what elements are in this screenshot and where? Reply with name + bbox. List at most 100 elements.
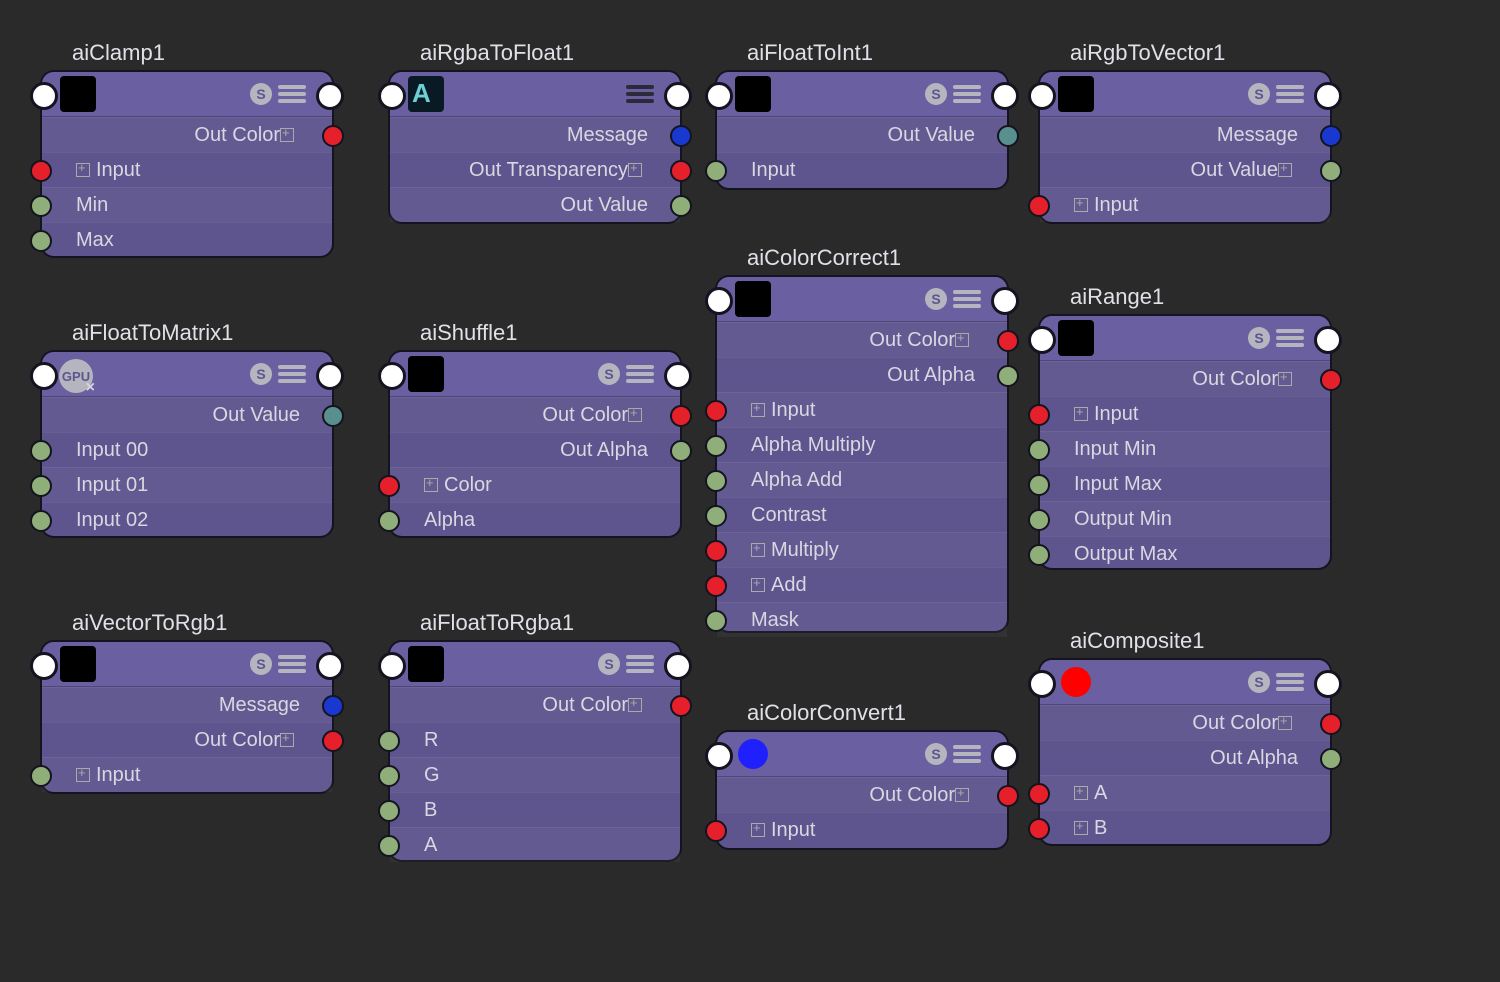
- output-port[interactable]: [1320, 125, 1342, 147]
- expand-icon[interactable]: [1278, 716, 1292, 730]
- input-port[interactable]: [705, 505, 727, 527]
- output-port[interactable]: [997, 330, 1019, 352]
- node-aiRgbToVector1[interactable]: aiRgbToVector1SMessageOut ValueInput: [1038, 70, 1332, 224]
- solo-badge-icon[interactable]: S: [598, 363, 620, 385]
- output-port[interactable]: [322, 125, 344, 147]
- input-port[interactable]: [378, 835, 400, 857]
- node-aiRange1[interactable]: aiRange1SOut ColorInputInput MinInput Ma…: [1038, 314, 1332, 570]
- solo-badge-icon[interactable]: S: [250, 363, 272, 385]
- node-anchor-in[interactable]: [30, 82, 58, 110]
- output-port[interactable]: [670, 195, 692, 217]
- node-anchor-in[interactable]: [30, 362, 58, 390]
- node-anchor-in[interactable]: [378, 652, 406, 680]
- node-header[interactable]: S: [717, 72, 1007, 117]
- node-anchor-out[interactable]: [316, 362, 344, 390]
- expand-icon[interactable]: [628, 163, 642, 177]
- node-anchor-out[interactable]: [1314, 670, 1342, 698]
- node-anchor-out[interactable]: [1314, 82, 1342, 110]
- solo-badge-icon[interactable]: S: [598, 653, 620, 675]
- menu-bars-icon[interactable]: [953, 740, 981, 768]
- node-aiFloatToInt1[interactable]: aiFloatToInt1SOut ValueInput: [715, 70, 1009, 190]
- expand-icon[interactable]: [1074, 198, 1088, 212]
- expand-icon[interactable]: [1278, 372, 1292, 386]
- node-graph-canvas[interactable]: aiClamp1SOut ColorInputMinMax aiRgbaToFlo…: [0, 0, 1500, 982]
- input-port[interactable]: [378, 475, 400, 497]
- input-port[interactable]: [705, 470, 727, 492]
- menu-bars-icon[interactable]: [1276, 324, 1304, 352]
- input-port[interactable]: [30, 195, 52, 217]
- node-anchor-in[interactable]: [378, 82, 406, 110]
- expand-icon[interactable]: [424, 478, 438, 492]
- input-port[interactable]: [378, 510, 400, 532]
- expand-icon[interactable]: [955, 333, 969, 347]
- output-port[interactable]: [670, 160, 692, 182]
- node-anchor-in[interactable]: [1028, 670, 1056, 698]
- input-port[interactable]: [378, 800, 400, 822]
- expand-icon[interactable]: [1278, 163, 1292, 177]
- node-anchor-in[interactable]: [1028, 326, 1056, 354]
- expand-icon[interactable]: [751, 823, 765, 837]
- output-port[interactable]: [670, 405, 692, 427]
- output-port[interactable]: [1320, 713, 1342, 735]
- input-port[interactable]: [1028, 783, 1050, 805]
- input-port[interactable]: [705, 540, 727, 562]
- input-port[interactable]: [705, 610, 727, 632]
- menu-bars-icon[interactable]: [278, 360, 306, 388]
- expand-icon[interactable]: [280, 128, 294, 142]
- node-header[interactable]: S: [42, 72, 332, 117]
- node-header[interactable]: S: [717, 277, 1007, 322]
- node-header[interactable]: S: [390, 352, 680, 397]
- output-port[interactable]: [322, 695, 344, 717]
- expand-icon[interactable]: [280, 733, 294, 747]
- input-port[interactable]: [705, 400, 727, 422]
- node-header[interactable]: S: [42, 642, 332, 687]
- node-anchor-out[interactable]: [991, 287, 1019, 315]
- node-anchor-out[interactable]: [316, 82, 344, 110]
- expand-icon[interactable]: [1074, 407, 1088, 421]
- solo-badge-icon[interactable]: S: [925, 83, 947, 105]
- node-anchor-out[interactable]: [991, 742, 1019, 770]
- input-port[interactable]: [1028, 404, 1050, 426]
- node-header[interactable]: GPUS: [42, 352, 332, 397]
- expand-icon[interactable]: [1074, 821, 1088, 835]
- output-port[interactable]: [997, 365, 1019, 387]
- menu-bars-icon[interactable]: [626, 360, 654, 388]
- expand-icon[interactable]: [76, 163, 90, 177]
- node-anchor-out[interactable]: [991, 82, 1019, 110]
- node-aiFloatToMatrix1[interactable]: aiFloatToMatrix1GPUSOut ValueInput 00Inp…: [40, 350, 334, 538]
- input-port[interactable]: [1028, 544, 1050, 566]
- menu-bars-icon[interactable]: [626, 650, 654, 678]
- node-anchor-in[interactable]: [1028, 82, 1056, 110]
- menu-bars-icon[interactable]: [1276, 668, 1304, 696]
- expand-icon[interactable]: [628, 408, 642, 422]
- node-anchor-in[interactable]: [30, 652, 58, 680]
- output-port[interactable]: [322, 405, 344, 427]
- node-aiFloatToRgba1[interactable]: aiFloatToRgba1SOut ColorRGBA: [388, 640, 682, 862]
- expand-icon[interactable]: [751, 578, 765, 592]
- solo-badge-icon[interactable]: S: [250, 653, 272, 675]
- node-header[interactable]: S: [390, 642, 680, 687]
- solo-badge-icon[interactable]: S: [925, 288, 947, 310]
- node-anchor-out[interactable]: [664, 362, 692, 390]
- input-port[interactable]: [705, 820, 727, 842]
- expand-icon[interactable]: [751, 403, 765, 417]
- input-port[interactable]: [1028, 509, 1050, 531]
- output-port[interactable]: [1320, 748, 1342, 770]
- input-port[interactable]: [1028, 818, 1050, 840]
- input-port[interactable]: [1028, 195, 1050, 217]
- input-port[interactable]: [30, 510, 52, 532]
- input-port[interactable]: [378, 765, 400, 787]
- output-port[interactable]: [322, 730, 344, 752]
- node-aiClamp1[interactable]: aiClamp1SOut ColorInputMinMax: [40, 70, 334, 258]
- input-port[interactable]: [30, 440, 52, 462]
- menu-bars-icon[interactable]: [626, 80, 654, 108]
- node-anchor-out[interactable]: [316, 652, 344, 680]
- node-header[interactable]: S: [1040, 316, 1330, 361]
- node-aiRgbaToFloat1[interactable]: aiRgbaToFloat1AMessageOut TransparencyOu…: [388, 70, 682, 224]
- input-port[interactable]: [30, 230, 52, 252]
- menu-bars-icon[interactable]: [953, 80, 981, 108]
- node-header[interactable]: S: [717, 732, 1007, 777]
- node-aiColorConvert1[interactable]: aiColorConvert1SOut ColorInput: [715, 730, 1009, 850]
- node-aiVectorToRgb1[interactable]: aiVectorToRgb1SMessageOut ColorInput: [40, 640, 334, 794]
- output-port[interactable]: [1320, 160, 1342, 182]
